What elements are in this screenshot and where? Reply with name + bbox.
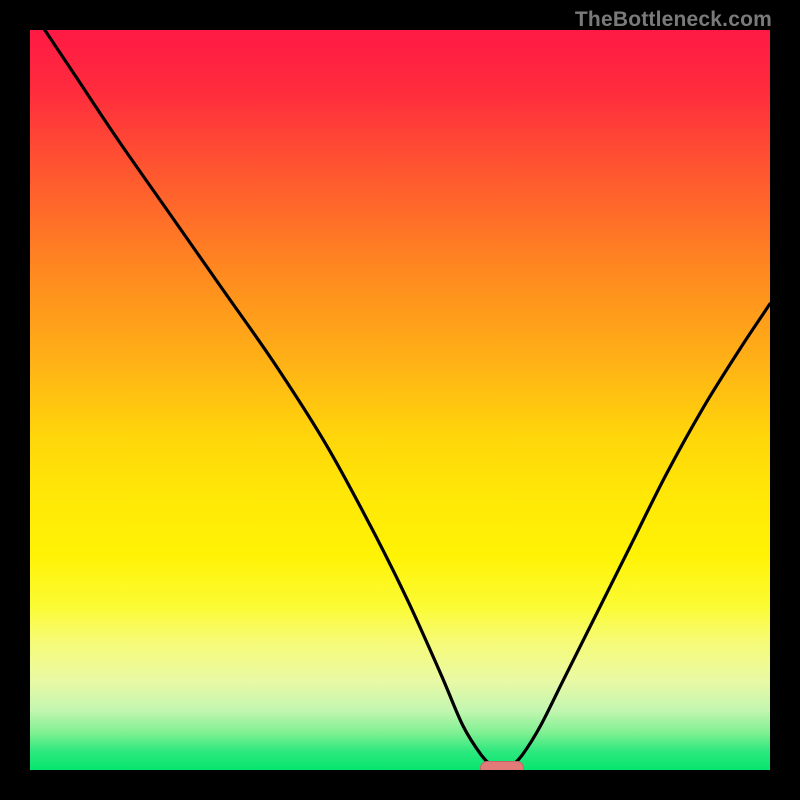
optimum-marker bbox=[480, 761, 524, 770]
plot-area bbox=[30, 30, 770, 770]
watermark-text: TheBottleneck.com bbox=[575, 8, 772, 32]
chart-frame: TheBottleneck.com bbox=[0, 0, 800, 800]
curve-path bbox=[30, 30, 770, 770]
bottleneck-curve bbox=[30, 30, 770, 770]
